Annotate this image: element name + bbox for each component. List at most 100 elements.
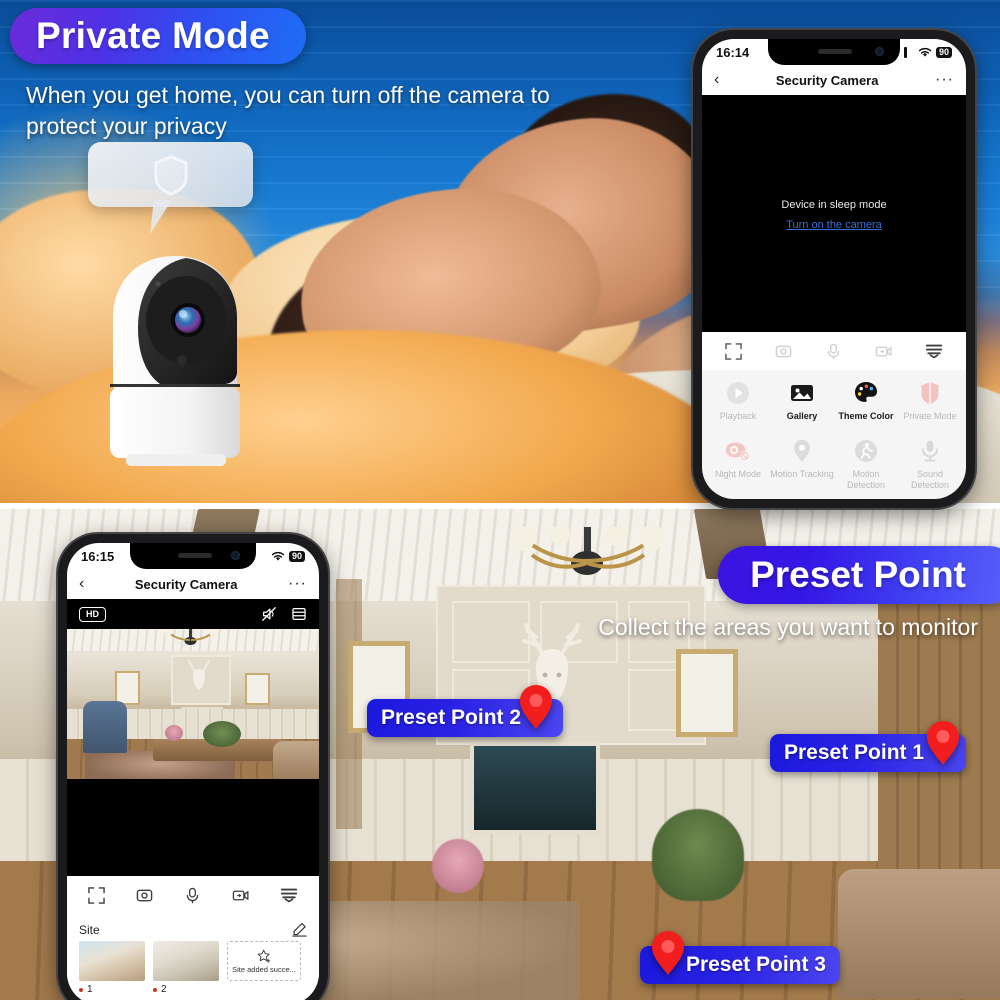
site-thumbnail-list: 1 2 Site added succe... bbox=[67, 941, 319, 1000]
status-indicators: 90 bbox=[903, 46, 952, 58]
feature-theme-color[interactable]: Theme Color bbox=[834, 380, 898, 422]
feature-gallery[interactable]: Gallery bbox=[770, 380, 834, 422]
record-video-icon[interactable] bbox=[232, 887, 249, 904]
bottom-tool-area-top: Playback Gallery Theme Color Private Mod… bbox=[702, 332, 966, 499]
lv-picture-right bbox=[245, 673, 270, 705]
microphone-icon[interactable] bbox=[825, 343, 842, 360]
nav-bar-bottom: ‹ Security Camera ··· bbox=[67, 569, 319, 599]
add-site-tile[interactable]: Site added succe... bbox=[227, 941, 301, 981]
product-feature-page: Private Mode When you get home, you can … bbox=[0, 0, 1000, 1000]
preset-point-headline: Preset Point bbox=[750, 554, 966, 595]
site-thumb-image-1 bbox=[79, 941, 145, 981]
page-title: Security Camera bbox=[134, 576, 238, 592]
chandelier-icon bbox=[164, 629, 217, 645]
preset-point-headline-pill: Preset Point bbox=[718, 546, 1000, 604]
shield-speech-bubble bbox=[88, 142, 253, 207]
stream-toolbar-bottom bbox=[67, 876, 319, 914]
phone-bottom: 16:15 90 ‹ Security Camera ··· HD Site 1… bbox=[58, 534, 328, 1000]
sleep-mode-message: Device in sleep mode Turn on the camera bbox=[702, 199, 966, 231]
status-indicators: 90 bbox=[271, 550, 305, 562]
lv-deer bbox=[185, 659, 213, 691]
back-chevron-icon[interactable]: ‹ bbox=[79, 576, 84, 592]
feature-sound-detection[interactable]: Sound Detection bbox=[898, 438, 962, 491]
night-mode-icon bbox=[725, 442, 750, 461]
private-mode-icon bbox=[921, 382, 939, 405]
video-bar-icons bbox=[261, 606, 307, 622]
menu-collapse-icon[interactable] bbox=[280, 887, 298, 903]
motion-detection-icon bbox=[855, 440, 877, 462]
quality-badge[interactable]: HD bbox=[79, 606, 106, 622]
menu-collapse-icon[interactable] bbox=[925, 343, 943, 359]
microphone-icon[interactable] bbox=[184, 887, 201, 904]
fullscreen-icon[interactable] bbox=[724, 342, 742, 360]
more-options-icon[interactable]: ··· bbox=[935, 72, 954, 88]
chandelier-icon bbox=[513, 527, 663, 575]
wall-picture-right bbox=[676, 649, 738, 737]
preset-point-2-label: Preset Point 2 bbox=[381, 706, 522, 729]
sleep-mode-text: Device in sleep mode bbox=[781, 199, 887, 211]
gallery-icon bbox=[791, 385, 813, 401]
flower-vase-left bbox=[432, 839, 484, 893]
more-options-icon[interactable]: ··· bbox=[288, 576, 307, 592]
battery-level: 90 bbox=[935, 46, 952, 58]
feature-motion-tracking[interactable]: Motion Tracking bbox=[770, 438, 834, 491]
private-mode-headline: Private Mode bbox=[36, 15, 270, 56]
phone-top-screen: 16:14 90 ‹ Security Camera ··· Device in… bbox=[702, 39, 966, 499]
feature-playback[interactable]: Playback bbox=[706, 380, 770, 422]
split-view-icon[interactable] bbox=[291, 606, 307, 622]
sound-detection-icon bbox=[922, 440, 938, 462]
stream-toolbar-top bbox=[702, 332, 966, 370]
star-plus-icon bbox=[257, 949, 270, 963]
mute-icon[interactable] bbox=[261, 606, 277, 622]
page-title: Security Camera bbox=[775, 72, 879, 88]
site-header: Site bbox=[67, 914, 319, 941]
turn-on-camera-link[interactable]: Turn on the camera bbox=[702, 219, 966, 231]
feature-night-mode[interactable]: Night Mode bbox=[706, 438, 770, 491]
wifi-icon bbox=[271, 551, 285, 561]
phone-top: 16:14 90 ‹ Security Camera ··· Device in… bbox=[693, 30, 975, 508]
playback-icon bbox=[727, 382, 749, 404]
lv-sofa bbox=[273, 741, 319, 779]
phone-bottom-screen: 16:15 90 ‹ Security Camera ··· HD Site 1… bbox=[67, 543, 319, 1000]
screenshot-icon[interactable] bbox=[775, 343, 792, 360]
site-item-1[interactable]: 1 bbox=[79, 941, 145, 995]
earpiece-speaker bbox=[177, 553, 212, 558]
front-camera bbox=[875, 47, 884, 56]
fullscreen-icon[interactable] bbox=[88, 886, 106, 904]
wifi-icon bbox=[918, 47, 932, 57]
live-video-scene bbox=[67, 629, 319, 779]
site-panel: Site 1 2 Site added succe... bbox=[67, 876, 319, 1000]
back-chevron-icon[interactable]: ‹ bbox=[714, 72, 719, 88]
site-thumb-image-2 bbox=[153, 941, 219, 981]
private-mode-headline-pill: Private Mode bbox=[10, 8, 306, 64]
add-site-label: Site added succe... bbox=[232, 964, 296, 974]
feature-motion-tracking-label: Motion Tracking bbox=[770, 469, 834, 479]
feature-grid-top: Playback Gallery Theme Color Private Mod… bbox=[702, 370, 966, 499]
sofa-right bbox=[838, 869, 1000, 999]
screenshot-icon[interactable] bbox=[136, 887, 153, 904]
site-item-2-caption: 2 bbox=[153, 984, 219, 995]
motion-tracking-icon bbox=[794, 440, 810, 462]
lv-picture-left bbox=[115, 671, 140, 705]
site-item-1-label: 1 bbox=[87, 984, 93, 995]
recessed-tv bbox=[470, 742, 600, 834]
status-time: 16:14 bbox=[716, 44, 750, 60]
video-quality-bar: HD bbox=[67, 599, 319, 629]
feature-night-mode-label: Night Mode bbox=[714, 469, 762, 479]
plant-right bbox=[652, 809, 744, 901]
shield-icon bbox=[153, 154, 188, 196]
security-camera-device bbox=[110, 256, 240, 466]
edit-pencil-icon[interactable] bbox=[292, 922, 307, 937]
lv-plant bbox=[203, 721, 241, 747]
phone-notch bbox=[768, 39, 900, 65]
private-mode-subtitle: When you get home, you can turn off the … bbox=[26, 82, 550, 139]
feature-gallery-label: Gallery bbox=[786, 411, 818, 421]
live-video-preview[interactable] bbox=[67, 629, 319, 779]
feature-private-mode[interactable]: Private Mode bbox=[898, 380, 962, 422]
site-status-dot bbox=[79, 987, 83, 992]
record-video-icon[interactable] bbox=[875, 343, 892, 360]
feature-private-mode-label: Private Mode bbox=[903, 411, 957, 421]
site-item-2[interactable]: 2 bbox=[153, 941, 219, 995]
battery-level: 90 bbox=[288, 550, 305, 562]
feature-motion-detection[interactable]: Motion Detection bbox=[834, 438, 898, 491]
